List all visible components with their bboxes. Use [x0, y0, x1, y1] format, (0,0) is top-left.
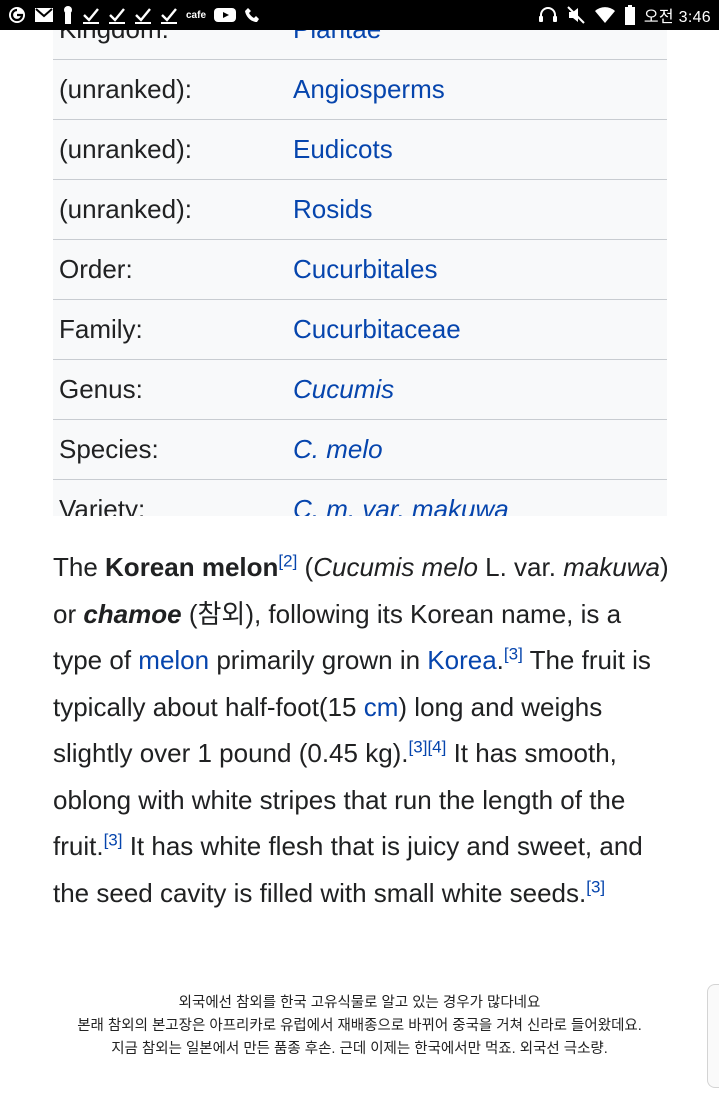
- taxonomy-table: Kingdom: Plantae (unranked): Angiosperms…: [53, 30, 667, 516]
- taxonomy-link[interactable]: Plantae: [293, 30, 381, 45]
- citation-link[interactable]: [3]: [586, 877, 605, 896]
- headset-icon: [538, 5, 558, 25]
- youtube-icon: [214, 5, 237, 25]
- mute-icon: [566, 5, 586, 25]
- status-bar-right-icons: 오전 3:46: [538, 3, 711, 27]
- article-text: The: [53, 552, 106, 582]
- taxonomy-label: Order:: [59, 254, 133, 284]
- article-paragraph: The Korean melon[2] (Cucumis melo L. var…: [53, 544, 673, 916]
- article-text: It has white flesh that is juicy and swe…: [53, 831, 643, 908]
- taxonomy-label: (unranked):: [59, 134, 192, 164]
- check-icon: [82, 5, 100, 25]
- battery-icon: [624, 5, 636, 25]
- wifi-icon: [594, 5, 616, 25]
- scroll-handle[interactable]: [707, 984, 719, 1088]
- keyhole-icon: [62, 5, 74, 25]
- taxonomy-label: (unranked):: [59, 74, 192, 104]
- check-icon: [160, 5, 178, 25]
- taxonomy-row: Genus: Cucumis: [53, 360, 667, 420]
- article-bold-term: Korean melon: [105, 552, 279, 582]
- cm-link[interactable]: cm: [364, 692, 399, 722]
- taxonomy-row: Variety: C. m. var. makuwa: [53, 480, 667, 516]
- taxonomy-link[interactable]: C. melo: [293, 434, 383, 465]
- melon-link[interactable]: melon: [138, 645, 209, 675]
- taxonomy-label: Family:: [59, 314, 143, 344]
- article-text: (: [297, 552, 314, 582]
- taxonomy-row: (unranked): Rosids: [53, 180, 667, 240]
- article-text: .: [496, 645, 504, 675]
- citation-link[interactable]: [3]: [104, 830, 123, 849]
- taxonomy-link[interactable]: Cucurbitales: [293, 254, 438, 285]
- taxonomy-label: Genus:: [59, 374, 143, 404]
- taxonomy-link: C. m. var. makuwa: [293, 494, 509, 516]
- article-text: primarily grown in: [209, 645, 428, 675]
- caption-line: 본래 참외의 본고장은 아프리카로 유럽에서 재배종으로 바뀌어 중국을 거쳐 …: [77, 1018, 642, 1034]
- korea-link[interactable]: Korea: [427, 645, 496, 675]
- taxonomy-link[interactable]: Eudicots: [293, 134, 393, 165]
- status-time: 오전 3:46: [643, 9, 711, 26]
- taxonomy-label: (unranked):: [59, 194, 192, 224]
- article-bold-italic-term: chamoe: [83, 598, 182, 629]
- check-icon: [108, 5, 126, 25]
- taxonomy-row: Order: Cucurbitales: [53, 240, 667, 300]
- citation-link[interactable]: [4]: [427, 737, 446, 756]
- taxonomy-link[interactable]: Rosids: [293, 194, 372, 225]
- article-italic-term: makuwa: [563, 552, 661, 582]
- post-caption: 외국에선 참외를 한국 고유식물로 알고 있는 경우가 많다네요 본래 참외의 …: [0, 992, 719, 1061]
- cafe-icon: cafe: [186, 9, 207, 21]
- caption-line: 지금 참외는 일본에서 만든 품종 후손. 근데 이제는 한국에서만 먹죠. 외…: [111, 1041, 608, 1057]
- caption-line: 외국에선 참외를 한국 고유식물로 알고 있는 경우가 많다네요: [178, 995, 541, 1011]
- taxonomy-label: Kingdom:: [53, 30, 293, 45]
- taxonomy-row: Species: C. melo: [53, 420, 667, 480]
- g-app-icon: [8, 5, 26, 25]
- citation-link[interactable]: [2]: [278, 551, 297, 570]
- article-text: L. var.: [477, 552, 564, 582]
- taxonomy-label: Species:: [59, 434, 159, 464]
- status-bar: cafe 오전 3:46: [0, 0, 719, 30]
- citation-link[interactable]: [3]: [409, 737, 428, 756]
- taxonomy-link[interactable]: Cucumis: [293, 374, 394, 405]
- call-icon: [244, 5, 262, 25]
- taxonomy-label: Variety:: [59, 494, 146, 516]
- taxonomy-row: Kingdom: Plantae: [53, 30, 667, 60]
- taxonomy-infobox: Kingdom: Plantae (unranked): Angiosperms…: [0, 30, 719, 516]
- taxonomy-row: (unranked): Eudicots: [53, 120, 667, 180]
- taxonomy-link[interactable]: Cucurbitaceae: [293, 314, 461, 345]
- check-icon: [134, 5, 152, 25]
- gmail-icon: [34, 5, 54, 25]
- taxonomy-row: (unranked): Angiosperms: [53, 60, 667, 120]
- taxonomy-link[interactable]: Angiosperms: [293, 74, 445, 105]
- citation-link[interactable]: [3]: [504, 644, 523, 663]
- taxonomy-row: Family: Cucurbitaceae: [53, 300, 667, 360]
- status-bar-left-icons: cafe: [8, 5, 262, 25]
- article-italic-term: Cucumis melo: [313, 552, 478, 582]
